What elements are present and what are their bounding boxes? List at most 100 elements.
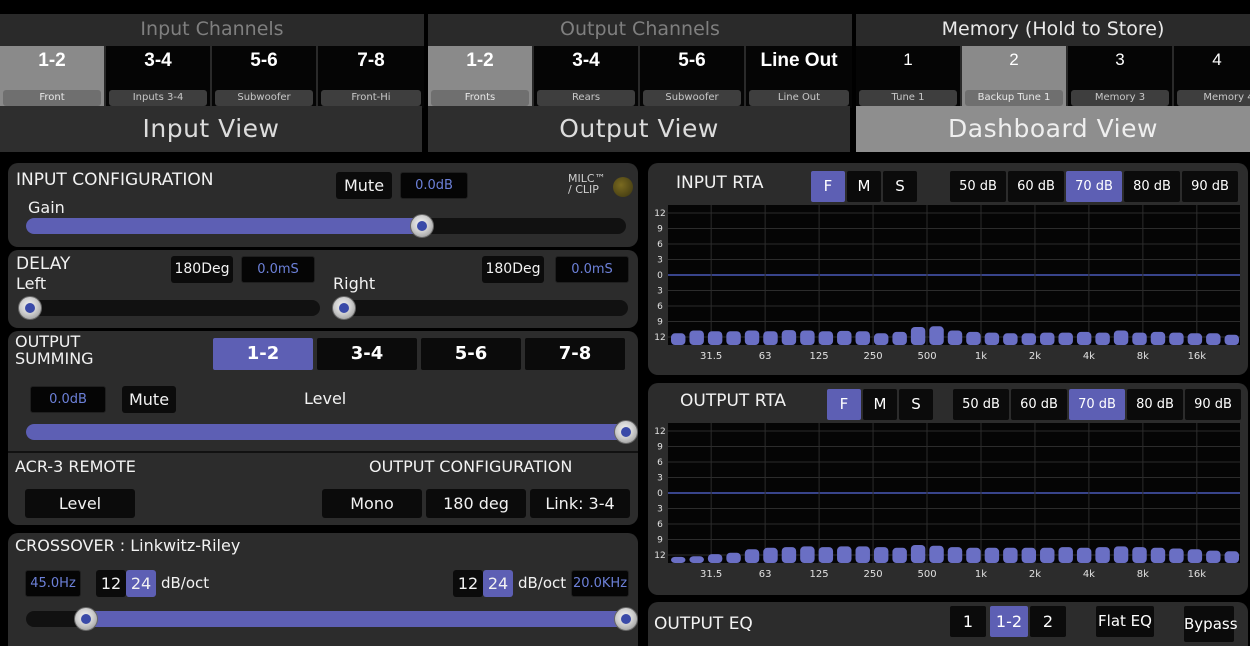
input-rta-bar (984, 332, 1000, 345)
summing-mute-button[interactable]: Mute (122, 386, 176, 413)
output-eq-option-2[interactable]: 2 (1030, 606, 1066, 637)
output-view-button[interactable]: Output View (428, 106, 850, 152)
summing-level-slider-knob[interactable] (614, 420, 638, 444)
input-rta-mode-m[interactable]: M (847, 171, 881, 202)
delay-right-phase-button[interactable]: 180Deg (482, 256, 544, 283)
output-rta-mode-s[interactable]: S (899, 389, 933, 420)
memory-slot-2[interactable]: 2 Backup Tune 1 (962, 46, 1068, 108)
input-rta-range-70[interactable]: 70 dB (1066, 171, 1122, 202)
memory-group: Memory (Hold to Store) 1 Tune 1 2 Backup… (856, 14, 1250, 108)
output-rta-range-80[interactable]: 80 dB (1127, 389, 1183, 420)
output-rta-range-60[interactable]: 60 dB (1011, 389, 1067, 420)
crossover-hp-knob[interactable] (74, 607, 98, 631)
input-rta-range-90[interactable]: 90 dB (1182, 171, 1238, 202)
delay-left-slider[interactable] (20, 300, 320, 316)
input-rta-y-tick-label: 9 (657, 225, 663, 235)
memory-slot-4[interactable]: 4 Memory 4 (1174, 46, 1250, 108)
output-rta-panel: OUTPUT RTA F M S 50 dB 60 dB 70 dB 80 dB… (648, 383, 1248, 595)
dashboard-view-button[interactable]: Dashboard View (856, 106, 1250, 152)
output-rta-range-90[interactable]: 90 dB (1185, 389, 1241, 420)
summing-level-slider[interactable] (26, 424, 626, 440)
output-rta-bar (1003, 547, 1018, 563)
gain-slider[interactable] (26, 218, 626, 234)
output-rta-bar (1040, 547, 1055, 563)
acr3-level-button[interactable]: Level (25, 489, 135, 518)
input-rta-graph: 1296303691231.5 63 125 250 500 1k 2k 4k 8k 16k (654, 205, 1240, 362)
input-rta-x-tick-label: 4k (1083, 351, 1095, 362)
delay-right-slider-knob[interactable] (332, 296, 356, 320)
input-channel-7-8[interactable]: 7-8 Front-Hi (318, 46, 424, 108)
delay-left-phase-button[interactable]: 180Deg (171, 256, 233, 283)
summing-level-label: Level (304, 389, 347, 408)
crossover-slider[interactable] (26, 611, 626, 627)
input-view-button[interactable]: Input View (0, 106, 422, 152)
crossover-lp-knob[interactable] (614, 607, 638, 631)
output-mono-button[interactable]: Mono (322, 489, 422, 518)
input-channel-1-2[interactable]: 1-2 Front (0, 46, 106, 108)
output-rta-mode-f[interactable]: F (827, 389, 861, 420)
input-rta-mode-s[interactable]: S (883, 171, 917, 202)
output-channel-1-2[interactable]: 1-2 Fronts (428, 46, 534, 108)
input-rta-range-80[interactable]: 80 dB (1124, 171, 1180, 202)
crossover-hp-slope-12[interactable]: 12 (96, 570, 126, 597)
input-rta-x-tick-label: 250 (864, 351, 883, 362)
summing-option-7-8[interactable]: 7-8 (525, 338, 625, 370)
input-rta-range-60[interactable]: 60 dB (1008, 171, 1064, 202)
input-rta-mode-f[interactable]: F (811, 171, 845, 202)
output-rta-bar (744, 549, 760, 563)
output-rta-range-50[interactable]: 50 dB (953, 389, 1009, 420)
input-gain-value[interactable]: 0.0dB (400, 172, 468, 199)
clip-indicator-icon (613, 177, 633, 197)
input-channel-3-4[interactable]: 3-4 Inputs 3-4 (106, 46, 212, 108)
output-rta-y-tick-label: 9 (657, 443, 663, 453)
output-eq-option-1[interactable]: 1 (950, 606, 986, 637)
input-rta-bar (1224, 334, 1239, 345)
output-rta-mode-m[interactable]: M (863, 389, 897, 420)
output-phase-button[interactable]: 180 deg (426, 489, 526, 518)
output-rta-bar (929, 545, 944, 563)
crossover-lp-frequency[interactable]: 20.0KHz (571, 570, 629, 597)
crossover-lp-slope-24[interactable]: 24 (483, 570, 513, 597)
output-eq-title: OUTPUT EQ (654, 614, 753, 634)
summing-option-3-4[interactable]: 3-4 (317, 338, 417, 370)
input-mute-button[interactable]: Mute (336, 172, 392, 199)
crossover-hp-slope-24[interactable]: 24 (126, 570, 156, 597)
output-rta-x-tick-label: 250 (864, 569, 883, 580)
output-rta-x-tick-label: 4k (1083, 569, 1095, 580)
output-channel-5-6[interactable]: 5-6 Subwoofer (640, 46, 746, 108)
delay-left-value[interactable]: 0.0mS (241, 256, 315, 283)
output-rta-graph: 1296303691231.5 63 125 250 500 1k 2k 4k 8k 16k (654, 423, 1240, 580)
input-rta-x-tick-label: 2k (1029, 351, 1041, 362)
delay-right-value[interactable]: 0.0mS (555, 256, 629, 283)
summing-option-5-6[interactable]: 5-6 (421, 338, 521, 370)
output-rta-range-70[interactable]: 70 dB (1069, 389, 1125, 420)
input-rta-y-tick-label: 12 (654, 333, 665, 343)
input-channel-5-6[interactable]: 5-6 Subwoofer (212, 46, 318, 108)
summing-option-1-2[interactable]: 1-2 (213, 338, 313, 370)
output-eq-option-1-2[interactable]: 1-2 (990, 606, 1028, 637)
input-rta-bar (1187, 333, 1203, 345)
output-configuration-title: OUTPUT CONFIGURATION (369, 457, 573, 476)
input-rta-bar (1169, 332, 1184, 345)
crossover-hp-frequency[interactable]: 45.0Hz (25, 570, 81, 597)
summing-level-value[interactable]: 0.0dB (30, 386, 106, 413)
input-rta-range-50[interactable]: 50 dB (950, 171, 1006, 202)
output-rta-bar (1021, 547, 1037, 563)
flat-eq-button[interactable]: Flat EQ (1096, 606, 1154, 637)
input-rta-y-tick-label: 6 (657, 302, 663, 312)
delay-right-slider[interactable] (334, 300, 628, 316)
memory-slot-3[interactable]: 3 Memory 3 (1068, 46, 1174, 108)
input-channels-title: Input Channels (140, 18, 284, 40)
input-rta-bar (1003, 333, 1018, 345)
gain-slider-knob[interactable] (410, 214, 434, 238)
input-rta-y-tick-label: 3 (657, 256, 663, 266)
crossover-lp-slope-12[interactable]: 12 (453, 570, 483, 597)
output-channel-line-out[interactable]: Line Out Line Out (746, 46, 852, 108)
delay-right-label: Right (333, 274, 376, 293)
memory-slot-1[interactable]: 1 Tune 1 (856, 46, 962, 108)
output-channel-3-4[interactable]: 3-4 Rears (534, 46, 640, 108)
output-link-button[interactable]: Link: 3-4 (530, 489, 630, 518)
eq-bypass-button[interactable]: Bypass (1184, 606, 1238, 642)
input-rta-bar (689, 330, 704, 345)
delay-left-slider-knob[interactable] (18, 296, 42, 320)
